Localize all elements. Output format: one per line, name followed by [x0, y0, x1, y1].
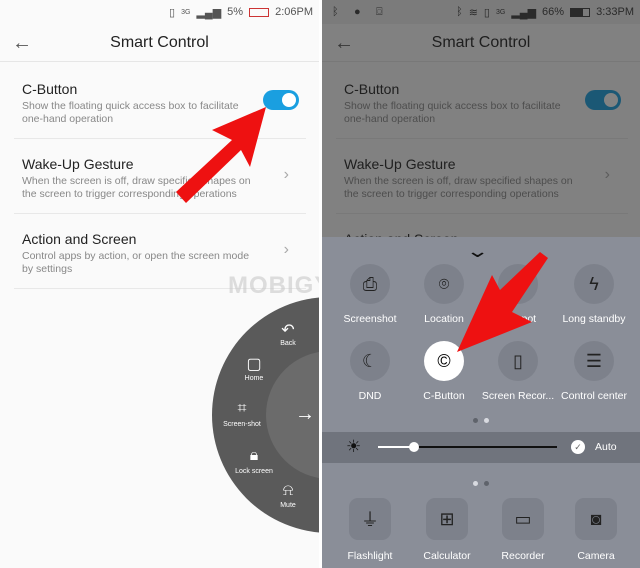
menu-label-mute[interactable]: Mute — [258, 502, 318, 509]
arrow-right-icon[interactable]: → — [275, 403, 319, 426]
lock-icon[interactable]: 🔒︎ — [224, 447, 284, 465]
bluetooth-icon: ᛒ — [332, 6, 339, 18]
network-type: 3G — [495, 8, 506, 16]
bluetooth-icon: ᛒ — [456, 6, 463, 18]
red-arrow-annotation — [176, 107, 266, 203]
sim-icon: ▯ — [483, 6, 490, 19]
undo-icon[interactable]: ↶ — [258, 320, 318, 340]
screenshot-icon: ⌼ — [376, 5, 383, 18]
square-icon[interactable]: ▢ — [224, 354, 284, 374]
menu-label-screenshot[interactable]: Screen-shot — [212, 421, 272, 428]
battery-percent: 66% — [542, 6, 565, 18]
status-bar: ᛒ ● ⌼ ᛒ ≋ ▯ 3G ▂▄▆ 66% 3:33PM — [322, 0, 640, 24]
right-screen: ᛒ ● ⌼ ᛒ ≋ ▯ 3G ▂▄▆ 66% 3:33PM ← Smart Co… — [322, 0, 640, 568]
signal-icon: ▂▄▆ — [511, 6, 537, 19]
crop-icon[interactable]: ⌗ — [212, 400, 272, 418]
red-arrow-annotation — [457, 252, 548, 352]
menu-label-lock-screen[interactable]: Lock screen — [224, 468, 284, 475]
wifi-icon: ≋ — [468, 6, 478, 19]
menu-label-back[interactable]: Back — [258, 340, 318, 347]
battery-icon — [570, 7, 591, 17]
upload-icon: ● — [354, 6, 361, 18]
bell-off-icon[interactable]: ⍾ — [258, 482, 318, 500]
clock: 3:33PM — [596, 6, 634, 18]
menu-label-home[interactable]: Home — [224, 375, 284, 382]
left-screen: ▯ 3G ▂▄▆ 5% 2:06PM ← Smart Control C-But… — [0, 0, 319, 568]
